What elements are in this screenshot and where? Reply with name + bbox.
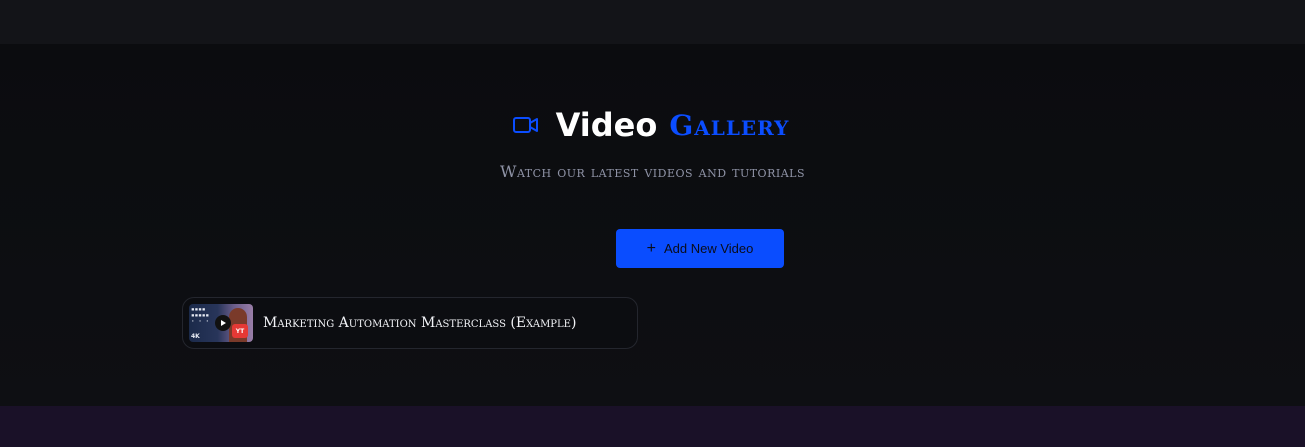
play-icon xyxy=(215,315,231,331)
top-bar xyxy=(0,0,1305,44)
footer-band xyxy=(0,406,1305,447)
thumbnail-text: ▪▪▪▪ ▪▪▪▪▪ · · · xyxy=(191,306,210,325)
video-title: Marketing Automation Masterclass (Exampl… xyxy=(263,315,577,331)
add-new-video-label: Add New Video xyxy=(663,241,754,256)
thumbnail-corner-text: 4K xyxy=(191,333,200,340)
title-word-video: Video xyxy=(555,106,658,144)
page-title: Video Gallery xyxy=(0,106,1305,144)
title-word-gallery: Gallery xyxy=(669,108,790,142)
add-new-video-button[interactable]: + Add New Video xyxy=(616,229,784,268)
video-camera-icon xyxy=(512,115,540,135)
youtube-badge: YT xyxy=(232,324,248,338)
video-card[interactable]: ▪▪▪▪ ▪▪▪▪▪ · · · 4K YT Marketing Automatio… xyxy=(182,297,638,349)
video-gallery-section: Video Gallery Watch our latest videos an… xyxy=(0,44,1305,406)
video-thumbnail: ▪▪▪▪ ▪▪▪▪▪ · · · 4K YT xyxy=(189,304,253,342)
page-subtitle: Watch our latest videos and tutorials xyxy=(500,162,805,181)
plus-icon: + xyxy=(646,239,656,257)
